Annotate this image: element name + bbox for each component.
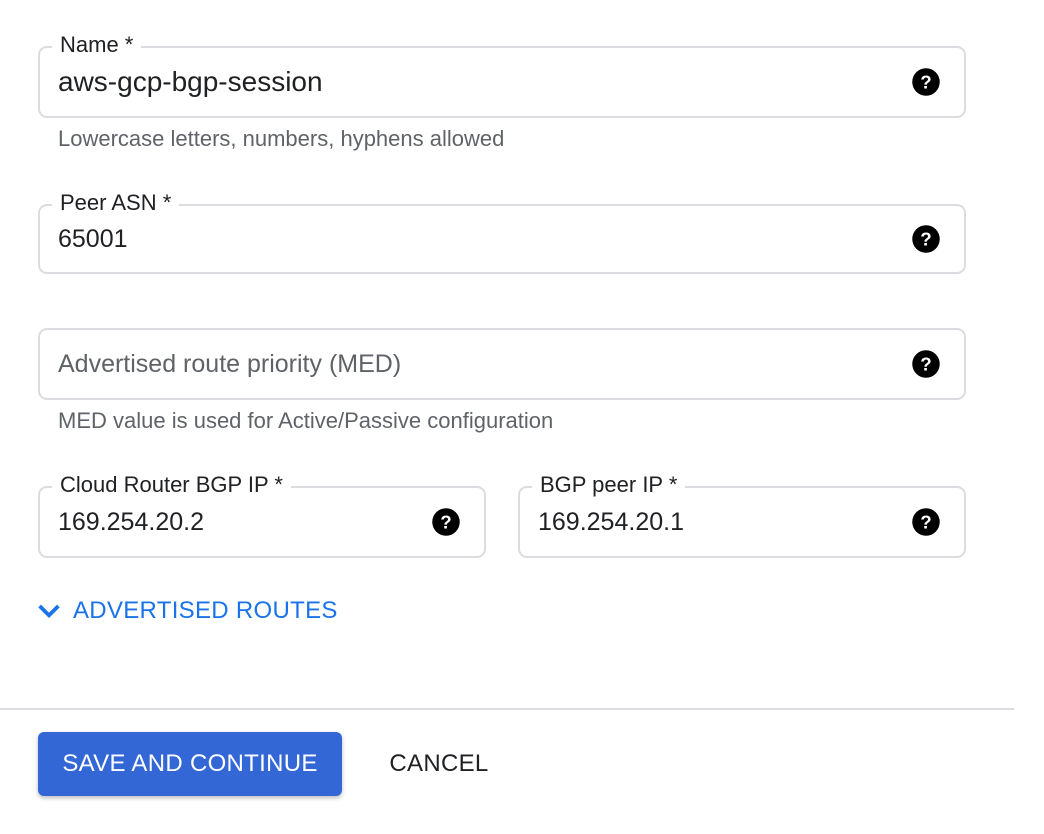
help-icon[interactable]: ?: [911, 67, 941, 97]
bgp-peer-ip-field[interactable]: BGP peer IP * 169.254.20.1 ?: [518, 471, 966, 558]
cloud-router-ip-field[interactable]: Cloud Router BGP IP * 169.254.20.2 ?: [38, 471, 486, 558]
peer-asn-input[interactable]: 65001: [58, 206, 128, 272]
name-input[interactable]: aws-gcp-bgp-session: [58, 48, 323, 116]
save-and-continue-button[interactable]: SAVE AND CONTINUE: [38, 732, 342, 796]
bgp-session-form: Name * aws-gcp-bgp-session ? Lowercase l…: [0, 0, 1044, 834]
med-helper-text: MED value is used for Active/Passive con…: [58, 408, 554, 433]
bgp-peer-ip-input[interactable]: 169.254.20.1: [538, 488, 684, 556]
help-icon[interactable]: ?: [911, 507, 941, 537]
cloud-router-ip-input[interactable]: 169.254.20.2: [58, 488, 204, 556]
chevron-down-icon: [38, 604, 60, 619]
help-icon[interactable]: ?: [911, 349, 941, 379]
svg-text:?: ?: [440, 511, 451, 532]
svg-text:?: ?: [920, 228, 931, 249]
svg-text:?: ?: [920, 71, 931, 92]
med-input[interactable]: Advertised route priority (MED): [58, 330, 401, 398]
peer-asn-field[interactable]: Peer ASN * 65001 ?: [38, 189, 966, 274]
help-icon[interactable]: ?: [431, 507, 461, 537]
cancel-button[interactable]: CANCEL: [366, 732, 512, 796]
footer-divider: [0, 708, 1014, 710]
advertised-routes-label: ADVERTISED ROUTES: [73, 597, 338, 624]
svg-text:?: ?: [920, 511, 931, 532]
name-field[interactable]: Name * aws-gcp-bgp-session ?: [38, 31, 966, 118]
svg-text:?: ?: [920, 353, 931, 374]
advertised-routes-toggle[interactable]: ADVERTISED ROUTES: [34, 594, 338, 628]
med-field[interactable]: Advertised route priority (MED) ?: [38, 328, 966, 400]
name-helper-text: Lowercase letters, numbers, hyphens allo…: [58, 126, 505, 151]
help-icon[interactable]: ?: [911, 224, 941, 254]
